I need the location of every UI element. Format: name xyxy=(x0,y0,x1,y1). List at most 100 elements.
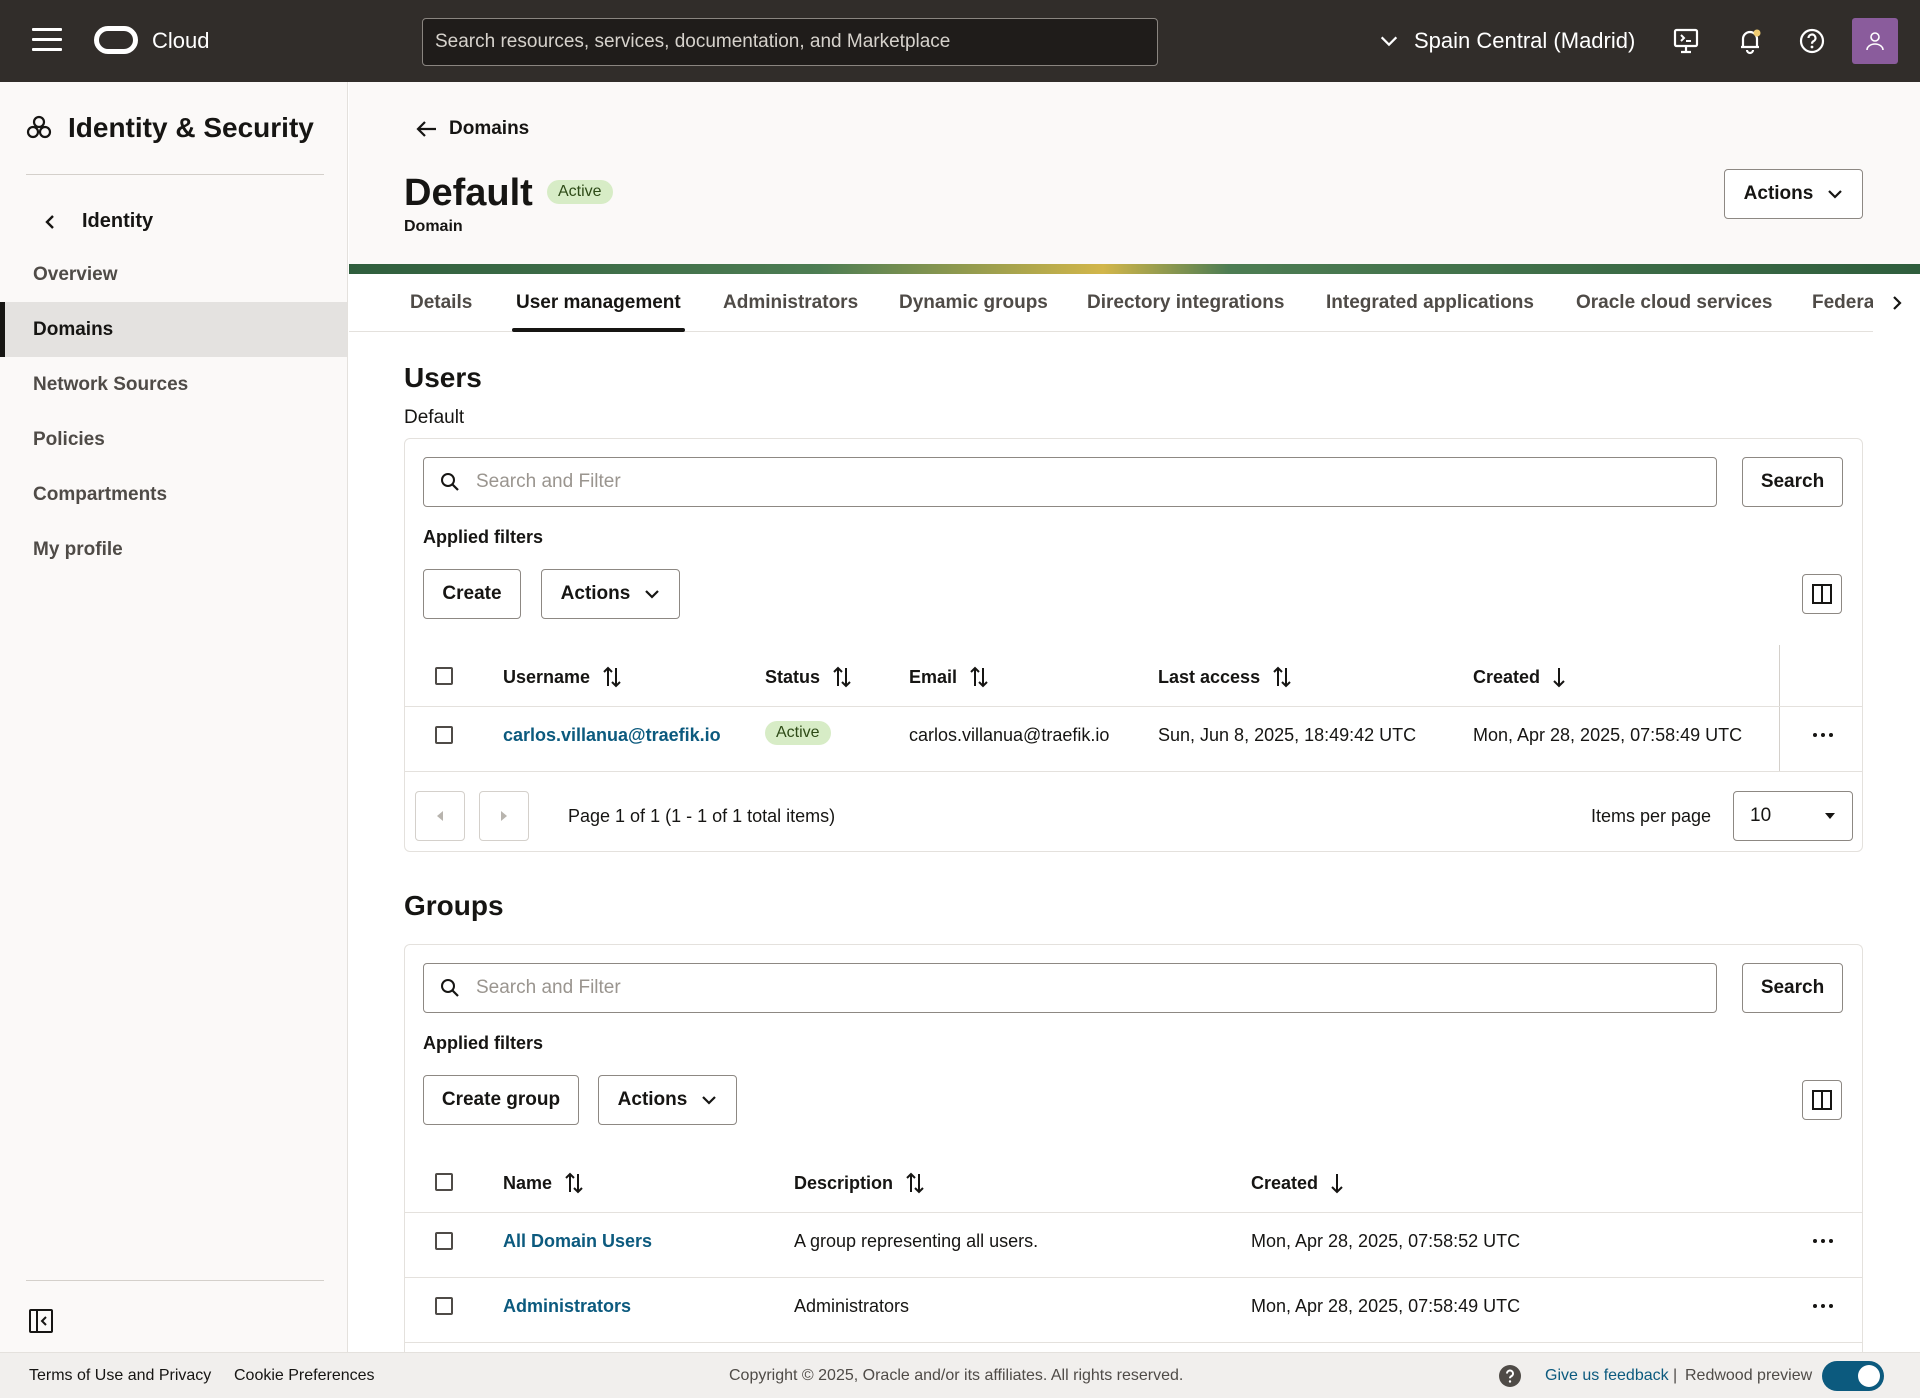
help-icon[interactable] xyxy=(1798,27,1826,55)
chevron-down-icon xyxy=(1828,190,1843,199)
sort-descending-icon xyxy=(1553,668,1565,688)
redwood-preview-toggle[interactable] xyxy=(1822,1361,1884,1391)
sort-icon xyxy=(906,1172,924,1194)
items-per-page-select[interactable]: 10 xyxy=(1733,791,1853,841)
cloud-shell-icon[interactable] xyxy=(1672,27,1700,55)
group-row-checkbox[interactable] xyxy=(435,1297,453,1315)
groups-col-name[interactable]: Name xyxy=(503,1172,584,1194)
sidebar: Identity & Security Identity Overview Do… xyxy=(0,82,348,1352)
groups-search-input[interactable] xyxy=(476,977,1676,999)
groups-select-all-checkbox[interactable] xyxy=(435,1173,453,1191)
users-column-separator xyxy=(1779,645,1780,771)
give-feedback-link[interactable]: Give us feedback xyxy=(1545,1367,1669,1385)
caret-right-icon xyxy=(501,811,507,821)
groups-col-created[interactable]: Created xyxy=(1251,1172,1344,1194)
users-search-input[interactable] xyxy=(476,471,1676,493)
arrow-left-icon xyxy=(416,121,436,137)
users-col-email[interactable]: Email xyxy=(909,666,989,688)
sidebar-item-my-profile[interactable]: My profile xyxy=(0,522,347,577)
global-search-input[interactable] xyxy=(422,18,1158,66)
page-title: Default xyxy=(404,172,533,214)
users-col-status[interactable]: Status xyxy=(765,666,852,688)
users-search-button[interactable]: Search xyxy=(1742,457,1843,507)
notification-bell-icon[interactable] xyxy=(1736,27,1764,55)
sidebar-item-overview[interactable]: Overview xyxy=(0,247,347,302)
tab-details[interactable]: Details xyxy=(410,274,472,332)
user-created: Mon, Apr 28, 2025, 07:58:49 UTC xyxy=(1473,725,1743,745)
top-bar: Cloud Spain Central (Madrid) xyxy=(0,0,1920,82)
redwood-preview-label: Redwood preview xyxy=(1685,1367,1813,1384)
sidebar-item-compartments[interactable]: Compartments xyxy=(0,467,347,522)
tab-user-management[interactable]: User management xyxy=(512,274,685,332)
group-name-link[interactable]: Administrators xyxy=(503,1296,631,1317)
groups-actions-button[interactable]: Actions xyxy=(598,1075,737,1125)
groups-col-name-label: Name xyxy=(503,1172,553,1193)
user-avatar[interactable] xyxy=(1852,18,1898,64)
group-description: A group representing all users. xyxy=(794,1231,1039,1251)
users-actions-button[interactable]: Actions xyxy=(541,569,680,619)
group-row-checkbox[interactable] xyxy=(435,1232,453,1250)
group-row-more-icon[interactable] xyxy=(1808,1231,1838,1251)
items-per-page-value: 10 xyxy=(1750,805,1772,826)
tab-dynamic-groups[interactable]: Dynamic groups xyxy=(899,274,1048,332)
tab-directory-integrations[interactable]: Directory integrations xyxy=(1087,274,1284,332)
groups-col-description[interactable]: Description xyxy=(794,1172,925,1194)
terms-link[interactable]: Terms of Use and Privacy xyxy=(29,1367,211,1385)
groups-search-button[interactable]: Search xyxy=(1742,963,1843,1013)
collapse-sidebar-icon[interactable] xyxy=(28,1308,54,1334)
groups-search-box[interactable] xyxy=(423,963,1717,1013)
tab-federation[interactable]: Federat xyxy=(1812,274,1881,332)
sidebar-back-identity[interactable]: Identity xyxy=(42,210,153,233)
copyright-text: Copyright © 2025, Oracle and/or its affi… xyxy=(729,1367,1184,1384)
columns-icon xyxy=(1812,1090,1832,1110)
back-to-domains-link[interactable]: Domains xyxy=(415,118,529,140)
cookie-preferences-link[interactable]: Cookie Preferences xyxy=(234,1367,375,1385)
create-group-button[interactable]: Create group xyxy=(423,1075,579,1125)
domain-status-badge: Active xyxy=(547,180,613,204)
header-actions-button[interactable]: Actions xyxy=(1724,169,1863,219)
header-actions-label: Actions xyxy=(1743,183,1814,204)
create-user-button[interactable]: Create xyxy=(423,569,521,619)
users-column-settings-button[interactable] xyxy=(1802,574,1842,614)
users-col-created[interactable]: Created xyxy=(1473,666,1566,688)
sort-icon xyxy=(970,666,988,688)
tab-integrated-applications[interactable]: Integrated applications xyxy=(1326,274,1534,332)
sidebar-title-label: Identity & Security xyxy=(68,112,314,143)
hamburger-menu-icon[interactable] xyxy=(32,28,62,52)
decorative-banner xyxy=(349,264,1920,274)
users-table-bottom xyxy=(405,771,1862,772)
groups-actions-label: Actions xyxy=(617,1089,688,1110)
users-panel: Search Applied filters Create Actions Us… xyxy=(404,438,1863,852)
region-selector[interactable]: Spain Central (Madrid) xyxy=(1378,28,1635,54)
group-name-link[interactable]: All Domain Users xyxy=(503,1231,652,1252)
user-row-more-icon[interactable] xyxy=(1808,725,1838,745)
users-col-username[interactable]: Username xyxy=(503,666,622,688)
users-search-box[interactable] xyxy=(423,457,1717,507)
groups-column-settings-button[interactable] xyxy=(1802,1080,1842,1120)
search-icon xyxy=(441,979,459,997)
search-icon xyxy=(441,473,459,491)
user-row-checkbox[interactable] xyxy=(435,726,453,744)
sidebar-item-policies[interactable]: Policies xyxy=(0,412,347,467)
sidebar-item-network-sources[interactable]: Network Sources xyxy=(0,357,347,412)
caret-left-icon xyxy=(437,811,443,821)
users-section-title: Users xyxy=(404,362,482,393)
chevron-right-icon xyxy=(1892,296,1902,310)
users-col-last-access[interactable]: Last access xyxy=(1158,666,1292,688)
groups-applied-filters-label: Applied filters xyxy=(423,1033,544,1053)
tab-administrators[interactable]: Administrators xyxy=(723,274,858,332)
oracle-logo[interactable] xyxy=(94,26,138,54)
users-prev-page-button[interactable] xyxy=(415,791,465,841)
user-status-badge: Active xyxy=(765,721,831,745)
help-circle-icon[interactable] xyxy=(1499,1365,1521,1387)
groups-panel: Search Applied filters Create group Acti… xyxy=(404,944,1863,1354)
sidebar-item-domains[interactable]: Domains xyxy=(0,302,347,357)
users-next-page-button[interactable] xyxy=(479,791,529,841)
person-icon xyxy=(1866,32,1884,51)
tab-scroll-right[interactable] xyxy=(1873,274,1920,332)
identity-security-icon xyxy=(26,115,52,139)
group-row-more-icon[interactable] xyxy=(1808,1296,1838,1316)
user-username-link[interactable]: carlos.villanua@traefik.io xyxy=(503,725,721,746)
tab-oracle-cloud-services[interactable]: Oracle cloud services xyxy=(1576,274,1772,332)
users-select-all-checkbox[interactable] xyxy=(435,667,453,685)
